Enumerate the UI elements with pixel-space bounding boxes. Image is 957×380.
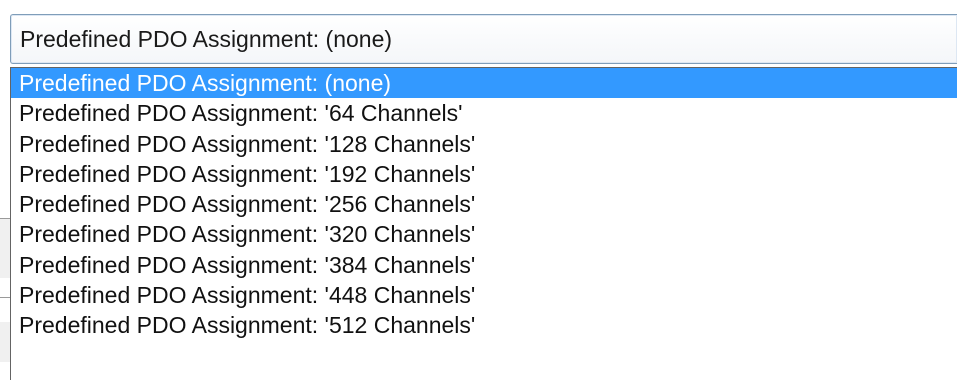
combobox-selected-value: Predefined PDO Assignment: (none) (20, 26, 393, 52)
dropdown-option-256-channels[interactable]: Predefined PDO Assignment: '256 Channels… (11, 189, 957, 219)
dropdown-option-320-channels[interactable]: Predefined PDO Assignment: '320 Channels… (11, 219, 957, 249)
background-divider (0, 297, 10, 298)
background-window-fragment (0, 322, 10, 362)
dropdown-option-192-channels[interactable]: Predefined PDO Assignment: '192 Channels… (11, 159, 957, 189)
dropdown-option-none[interactable]: Predefined PDO Assignment: (none) (11, 68, 957, 99)
screen: Predefined PDO Assignment: (none) Predef… (0, 0, 957, 380)
dropdown-option-384-channels[interactable]: Predefined PDO Assignment: '384 Channels… (11, 250, 957, 280)
dropdown-option-448-channels[interactable]: Predefined PDO Assignment: '448 Channels… (11, 280, 957, 310)
background-window-fragment (0, 218, 10, 278)
dropdown-option-512-channels[interactable]: Predefined PDO Assignment: '512 Channels… (11, 310, 957, 340)
dropdown-option-128-channels[interactable]: Predefined PDO Assignment: '128 Channels… (11, 129, 957, 159)
pdo-assignment-dropdown-list[interactable]: Predefined PDO Assignment: (none) Predef… (10, 67, 957, 380)
dropdown-option-64-channels[interactable]: Predefined PDO Assignment: '64 Channels' (11, 98, 957, 128)
pdo-assignment-combobox[interactable]: Predefined PDO Assignment: (none) (10, 14, 957, 64)
background-divider (0, 218, 10, 219)
